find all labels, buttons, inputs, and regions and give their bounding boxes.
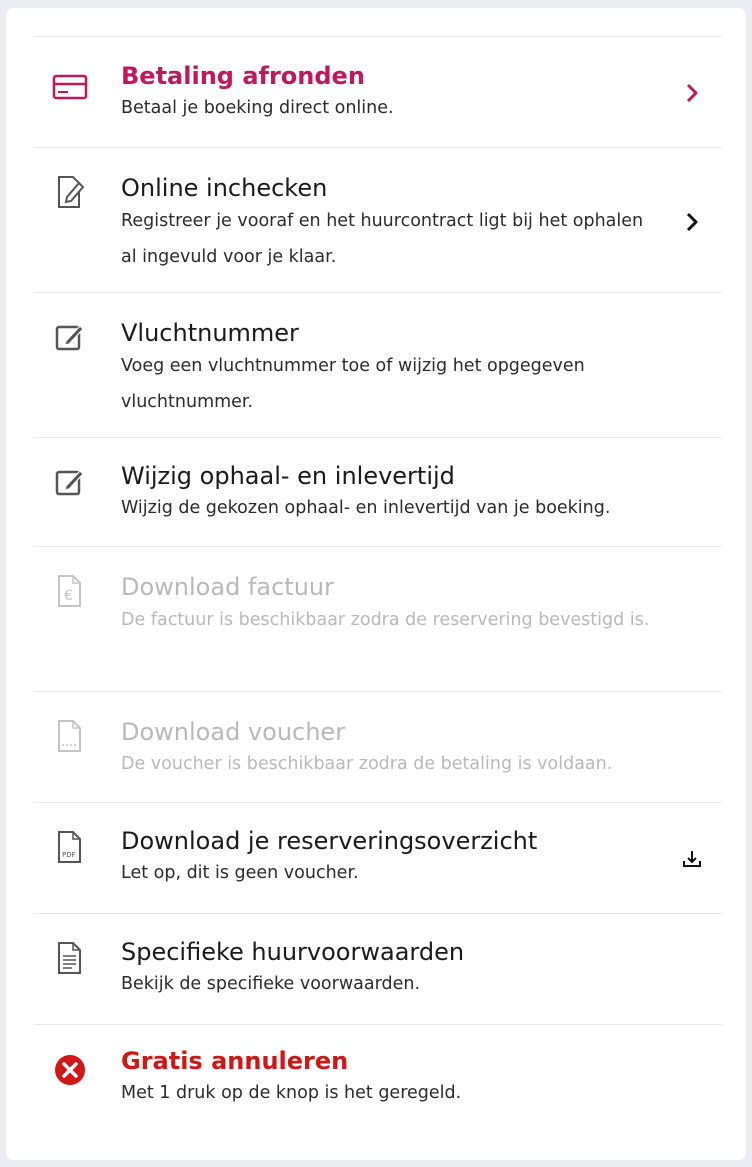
row-title: Gratis annuleren	[121, 1047, 349, 1075]
row-download-voucher: Download voucher De voucher is beschikba…	[34, 692, 722, 803]
row-title: Download je reserveringsoverzicht	[121, 827, 538, 855]
row-subtitle: De factuur is beschikbaar zodra de reser…	[121, 610, 650, 630]
row-subtitle: Registreer je vooraf en het huurcontract…	[121, 211, 644, 267]
row-subtitle: Wijzig de gekozen ophaal- en inlevertijd…	[121, 498, 611, 518]
row-download-reserveringsoverzicht[interactable]: PDF Download je reserveringsoverzicht Le…	[34, 803, 722, 914]
row-text: Betaling afronden Betaal je boeking dire…	[121, 61, 652, 125]
row-text: Wijzig ophaal- en inlevertijd Wijzig de …	[121, 461, 652, 525]
row-title: Wijzig ophaal- en inlevertijd	[121, 462, 455, 490]
row-text: Specifieke huurvoorwaarden Bekijk de spe…	[121, 937, 652, 1001]
invoice-euro-icon: €	[52, 575, 88, 607]
document-edit-icon	[52, 176, 88, 208]
row-subtitle: Voeg een vluchtnummer toe of wijzig het …	[121, 356, 585, 412]
row-text: Online inchecken Registreer je vooraf en…	[121, 173, 652, 275]
row-text: Download voucher De voucher is beschikba…	[121, 717, 652, 781]
row-subtitle: Bekijk de specifieke voorwaarden.	[121, 974, 421, 994]
download-icon[interactable]	[678, 845, 706, 873]
chevron-right-icon[interactable]	[678, 208, 706, 236]
chevron-right-icon[interactable]	[678, 79, 706, 107]
row-title: Specifieke huurvoorwaarden	[121, 938, 465, 966]
row-online-inchecken[interactable]: Online inchecken Registreer je vooraf en…	[34, 148, 722, 293]
row-specifieke-huurvoorwaarden[interactable]: Specifieke huurvoorwaarden Bekijk de spe…	[34, 914, 722, 1025]
pdf-document-icon: PDF	[52, 831, 88, 863]
row-title: Download factuur	[121, 573, 334, 601]
row-wijzig-ophaal-inlevertijd[interactable]: Wijzig ophaal- en inlevertijd Wijzig de …	[34, 438, 722, 547]
row-text: Download factuur De factuur is beschikba…	[121, 572, 652, 638]
row-text: Vluchtnummer Voeg een vluchtnummer toe o…	[121, 318, 652, 420]
text-document-icon	[52, 942, 88, 974]
row-title: Online inchecken	[121, 174, 328, 202]
row-gratis-annuleren[interactable]: Gratis annuleren Met 1 druk op de knop i…	[34, 1025, 722, 1135]
row-download-factuur: € Download factuur De factuur is beschik…	[34, 547, 722, 692]
credit-card-icon	[52, 71, 88, 103]
edit-box-icon	[52, 466, 88, 498]
edit-box-icon	[52, 321, 88, 353]
row-title: Vluchtnummer	[121, 319, 299, 347]
cancel-circle-icon	[52, 1054, 88, 1086]
pdf-icon-label: PDF	[62, 851, 76, 859]
svg-text:€: €	[64, 588, 73, 604]
row-text: Download je reserveringsoverzicht Let op…	[121, 826, 652, 890]
row-betaling-afronden[interactable]: Betaling afronden Betaal je boeking dire…	[34, 37, 722, 148]
row-subtitle: Let op, dit is geen voucher.	[121, 863, 359, 883]
voucher-document-icon	[52, 720, 88, 752]
booking-actions-card: Betaling afronden Betaal je boeking dire…	[6, 8, 746, 1160]
booking-actions-list: Betaling afronden Betaal je boeking dire…	[34, 36, 722, 1135]
row-title: Betaling afronden	[121, 62, 365, 90]
row-subtitle: Betaal je boeking direct online.	[121, 98, 394, 118]
row-subtitle: Met 1 druk op de knop is het geregeld.	[121, 1083, 462, 1103]
row-vluchtnummer[interactable]: Vluchtnummer Voeg een vluchtnummer toe o…	[34, 293, 722, 438]
row-text: Gratis annuleren Met 1 druk op de knop i…	[121, 1046, 652, 1110]
row-title: Download voucher	[121, 718, 346, 746]
row-subtitle: De voucher is beschikbaar zodra de betal…	[121, 754, 613, 774]
